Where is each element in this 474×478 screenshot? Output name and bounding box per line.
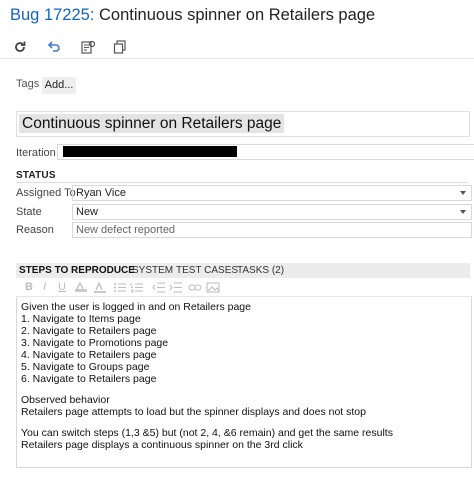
chevron-down-icon[interactable] bbox=[460, 191, 466, 195]
assigned-to-value: Ryan Vice bbox=[76, 187, 126, 199]
editor-line: Observed behavior bbox=[21, 394, 110, 406]
chevron-down-icon[interactable] bbox=[460, 210, 466, 214]
editor-line: 6. Navigate to Retailers page bbox=[21, 373, 157, 385]
undo-icon[interactable] bbox=[46, 39, 62, 55]
editor-line: Given the user is logged in and on Retai… bbox=[21, 301, 251, 313]
work-item-header: Bug 17225: Continuous spinner on Retaile… bbox=[10, 6, 375, 25]
redacted-iteration-value bbox=[63, 146, 237, 157]
bug-id-link[interactable]: Bug 17225: bbox=[10, 6, 94, 24]
tab-test-cases[interactable]: TEST CASES bbox=[176, 265, 238, 276]
title-input[interactable]: Continuous spinner on Retailers page bbox=[16, 111, 470, 137]
increase-indent-icon[interactable] bbox=[169, 282, 183, 296]
tab-system[interactable]: SYSTEM bbox=[132, 265, 173, 276]
steps-editor[interactable]: Given the user is logged in and on Retai… bbox=[16, 296, 472, 468]
refresh-icon[interactable] bbox=[12, 39, 28, 55]
status-divider bbox=[16, 182, 468, 183]
editor-line: Retailers page displays a continuous spi… bbox=[21, 439, 303, 451]
add-tag-button[interactable]: Add... bbox=[42, 77, 76, 94]
editor-line: 3. Navigate to Promotions page bbox=[21, 337, 169, 349]
iteration-label: Iteration bbox=[16, 147, 56, 159]
underline-button[interactable]: U bbox=[58, 281, 66, 293]
toolbar bbox=[0, 36, 474, 59]
reason-field[interactable]: New defect reported bbox=[72, 222, 472, 238]
status-heading: STATUS bbox=[16, 170, 56, 181]
bold-button[interactable]: B bbox=[25, 281, 33, 293]
copy-icon[interactable] bbox=[112, 39, 128, 55]
image-icon[interactable] bbox=[206, 282, 220, 296]
editor-line: You can switch steps (1,3 &5) but (not 2… bbox=[21, 427, 393, 439]
font-color-icon[interactable] bbox=[93, 281, 107, 296]
italic-button[interactable]: I bbox=[43, 281, 46, 293]
assigned-to-label: Assigned To bbox=[16, 187, 76, 199]
editor-line: 4. Navigate to Retailers page bbox=[21, 349, 157, 361]
state-value: New bbox=[76, 206, 99, 218]
editor-line: 5. Navigate to Groups page bbox=[21, 361, 150, 373]
tab-steps-to-reproduce[interactable]: STEPS TO REPRODUCE bbox=[19, 265, 135, 276]
state-label: State bbox=[16, 206, 42, 218]
tab-tasks[interactable]: TASKS (2) bbox=[237, 265, 284, 276]
work-item-title: Continuous spinner on Retailers page bbox=[99, 6, 376, 24]
reason-value: New defect reported bbox=[76, 224, 176, 236]
numbered-list-icon[interactable] bbox=[130, 282, 144, 296]
tags-label: Tags bbox=[16, 78, 40, 90]
state-dropdown[interactable]: New bbox=[72, 204, 472, 220]
editor-line: Retailers page attempts to load but the … bbox=[21, 406, 366, 418]
assigned-to-dropdown[interactable]: Ryan Vice bbox=[72, 185, 472, 201]
highlight-icon[interactable] bbox=[74, 281, 88, 296]
editor-line: 2. Navigate to Retailers page bbox=[21, 325, 157, 337]
decrease-indent-icon[interactable] bbox=[152, 282, 166, 296]
template-icon[interactable] bbox=[80, 39, 96, 55]
link-icon[interactable] bbox=[188, 282, 202, 296]
editor-line: 1. Navigate to Items page bbox=[21, 313, 141, 325]
formatting-toolbar: B I U bbox=[16, 279, 470, 295]
title-input-value: Continuous spinner on Retailers page bbox=[19, 114, 285, 133]
tab-strip: STEPS TO REPRODUCE SYSTEM TEST CASES TAS… bbox=[16, 263, 470, 278]
bullet-list-icon[interactable] bbox=[113, 282, 127, 296]
reason-label: Reason bbox=[16, 224, 54, 236]
